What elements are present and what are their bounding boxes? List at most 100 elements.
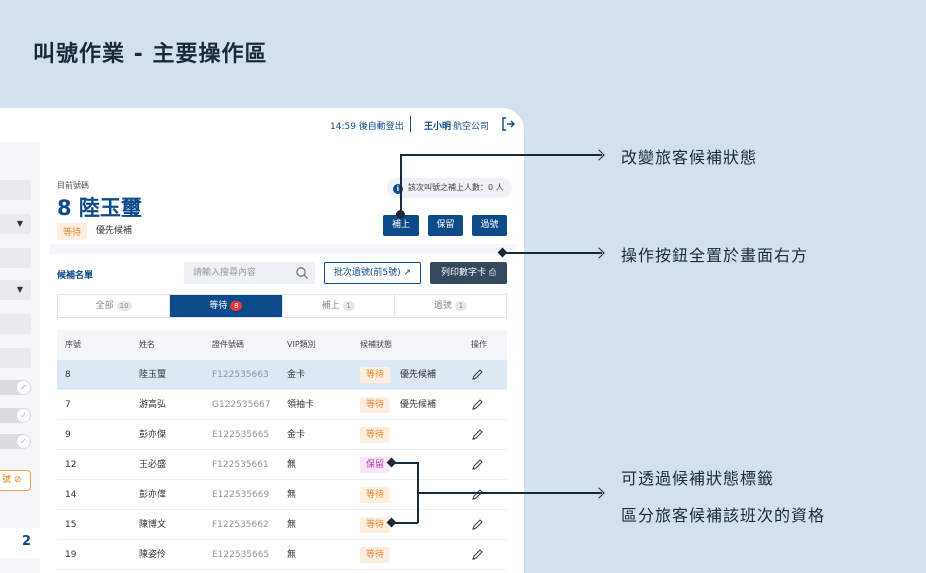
top-bar: 14:59 後自動登出 王小明 航空公司: [0, 108, 524, 142]
table-row[interactable]: 7 游高弘 G122535667 領袖卡 等待 優先候補: [57, 390, 507, 420]
tab-all[interactable]: 全部 10: [58, 295, 171, 317]
column-header: VIP類別: [287, 340, 316, 349]
table-row[interactable]: 9 彭亦傑 E122535665 金卡 等待: [57, 420, 507, 450]
status-tag: 等待: [360, 396, 391, 413]
info-text: 該次叫號之補上人數：0 人: [408, 183, 504, 192]
left-count-box: 2: [0, 528, 40, 558]
cell-name: 陸玉璽: [139, 370, 167, 380]
filter-field[interactable]: [0, 314, 31, 334]
cell-name: 彭亦偉: [139, 490, 167, 500]
tab-waiting[interactable]: 等待 8: [170, 295, 283, 317]
table-row[interactable]: 12 王必盛 F122535661 無 保留: [57, 450, 507, 480]
tab-skipped[interactable]: 過號 1: [395, 295, 506, 317]
ban-icon: ⊘: [13, 475, 22, 485]
filter-field[interactable]: [0, 248, 31, 268]
edit-icon[interactable]: [471, 368, 484, 381]
cell-name: 游高弘: [139, 400, 167, 410]
table-row[interactable]: 15 陳博文 F122535662 無 等待: [57, 510, 507, 540]
cell-id: F122535661: [212, 460, 269, 470]
hold-button[interactable]: 保留: [428, 215, 463, 236]
filter-select[interactable]: ▼: [0, 280, 31, 300]
list-title: 候補名單: [57, 271, 94, 281]
priority-label: 優先候補: [96, 226, 133, 236]
batch-skip-button[interactable]: 批次過號(前5號) ↗: [324, 262, 421, 284]
airline-name: 航空公司: [453, 122, 490, 132]
table-header: 序號 姓名 證件號碼 VIP類別 候補狀態 操作: [57, 330, 507, 360]
tab-label: 全部: [95, 301, 114, 311]
search-input[interactable]: [184, 262, 289, 284]
info-pill: i 該次叫號之補上人數：0 人: [387, 178, 512, 198]
page-title: 叫號作業 - 主要操作區: [33, 42, 268, 67]
cell-status: 等待: [360, 510, 391, 540]
auto-logout-timer: 14:59 後自動登出: [330, 122, 404, 132]
current-number: 8 陸玉璽: [57, 196, 142, 220]
edit-icon[interactable]: [471, 548, 484, 561]
search-box: [184, 262, 315, 284]
batch-skip-label: 批次過號(前5號): [333, 268, 401, 278]
tab-filled[interactable]: 補上 1: [283, 295, 395, 317]
arrow-icon: [593, 487, 605, 499]
left-action-button[interactable]: 號 ⊘: [0, 470, 31, 491]
current-status-tag-wrap: 等待: [57, 220, 88, 240]
annotation-line: [400, 154, 402, 214]
toggle-switch[interactable]: ✓: [0, 434, 31, 449]
annotation-text: 區分旅客候補該班次的資格: [621, 506, 826, 525]
main-panel: 目前號碼 8 陸玉璽 等待 優先候補 i 該次叫號之補上人數：0 人 補上 保留 …: [49, 142, 516, 573]
status-tag: 等待: [57, 223, 88, 240]
annotation-line: [392, 522, 418, 524]
left-button-label: 號: [2, 475, 12, 485]
edit-icon[interactable]: [471, 458, 484, 471]
status-tag: 等待: [360, 516, 391, 533]
cell-vip: 金卡: [287, 370, 306, 380]
cell-id: F122535662: [212, 520, 269, 530]
toggle-switch[interactable]: ✓: [0, 408, 31, 423]
status-tag: 等待: [360, 546, 391, 563]
check-icon: ✓: [17, 435, 30, 448]
left-count: 2: [21, 534, 31, 549]
cell-vip: 無: [287, 550, 297, 560]
cell-status: 等待: [360, 360, 391, 390]
column-header: 證件號碼: [212, 340, 244, 349]
table-row[interactable]: 14 彭亦偉 E122535669 無 等待: [57, 480, 507, 510]
current-number-label: 目前號碼: [57, 181, 89, 190]
column-header: 操作: [471, 340, 487, 349]
filter-field[interactable]: [0, 348, 31, 368]
chevron-down-icon: ▼: [16, 285, 23, 294]
cell-name: 彭亦傑: [139, 430, 167, 440]
annotation-line: [392, 462, 418, 464]
cell-no: 8: [65, 370, 71, 380]
edit-icon[interactable]: [471, 428, 484, 441]
cell-no: 9: [65, 430, 71, 440]
table-row[interactable]: 8 陸玉璽 F122535663 金卡 等待 優先候補: [57, 360, 507, 390]
logout-icon[interactable]: [500, 116, 516, 132]
cell-vip: 無: [287, 490, 297, 500]
filter-select[interactable]: ▼: [0, 214, 31, 234]
column-header: 序號: [65, 340, 81, 349]
status-tag: 等待: [360, 486, 391, 503]
edit-icon[interactable]: [471, 488, 484, 501]
annotation-text: 操作按鈕全置於畫面右方: [621, 246, 809, 265]
tab-count: 1: [454, 301, 467, 311]
check-icon: ✓: [17, 381, 30, 394]
print-card-button[interactable]: 列印數字卡 ⎙: [430, 262, 507, 284]
cell-name: 陳博文: [139, 520, 167, 530]
cell-no: 12: [65, 460, 77, 470]
cell-id: E122535669: [212, 490, 270, 500]
cell-status: 等待: [360, 480, 391, 510]
table-row[interactable]: 19 陳姿伶 E122535665 無 等待: [57, 540, 507, 570]
skip-button[interactable]: 過號: [472, 215, 507, 236]
cell-no: 7: [65, 400, 71, 410]
edit-icon[interactable]: [471, 518, 484, 531]
tab-count: 1: [342, 301, 355, 311]
cell-status: 等待: [360, 420, 391, 450]
cell-id: F122535663: [212, 370, 269, 380]
tab-label: 過號: [433, 301, 452, 311]
search-icon[interactable]: [295, 266, 309, 280]
toggle-switch[interactable]: ✓: [0, 380, 31, 395]
annotation-line: [503, 252, 602, 254]
cell-vip: 領袖卡: [287, 400, 315, 410]
edit-icon[interactable]: [471, 398, 484, 411]
tab-count: 10: [116, 301, 132, 311]
annotation-line: [400, 154, 602, 156]
filter-field[interactable]: [0, 180, 31, 200]
